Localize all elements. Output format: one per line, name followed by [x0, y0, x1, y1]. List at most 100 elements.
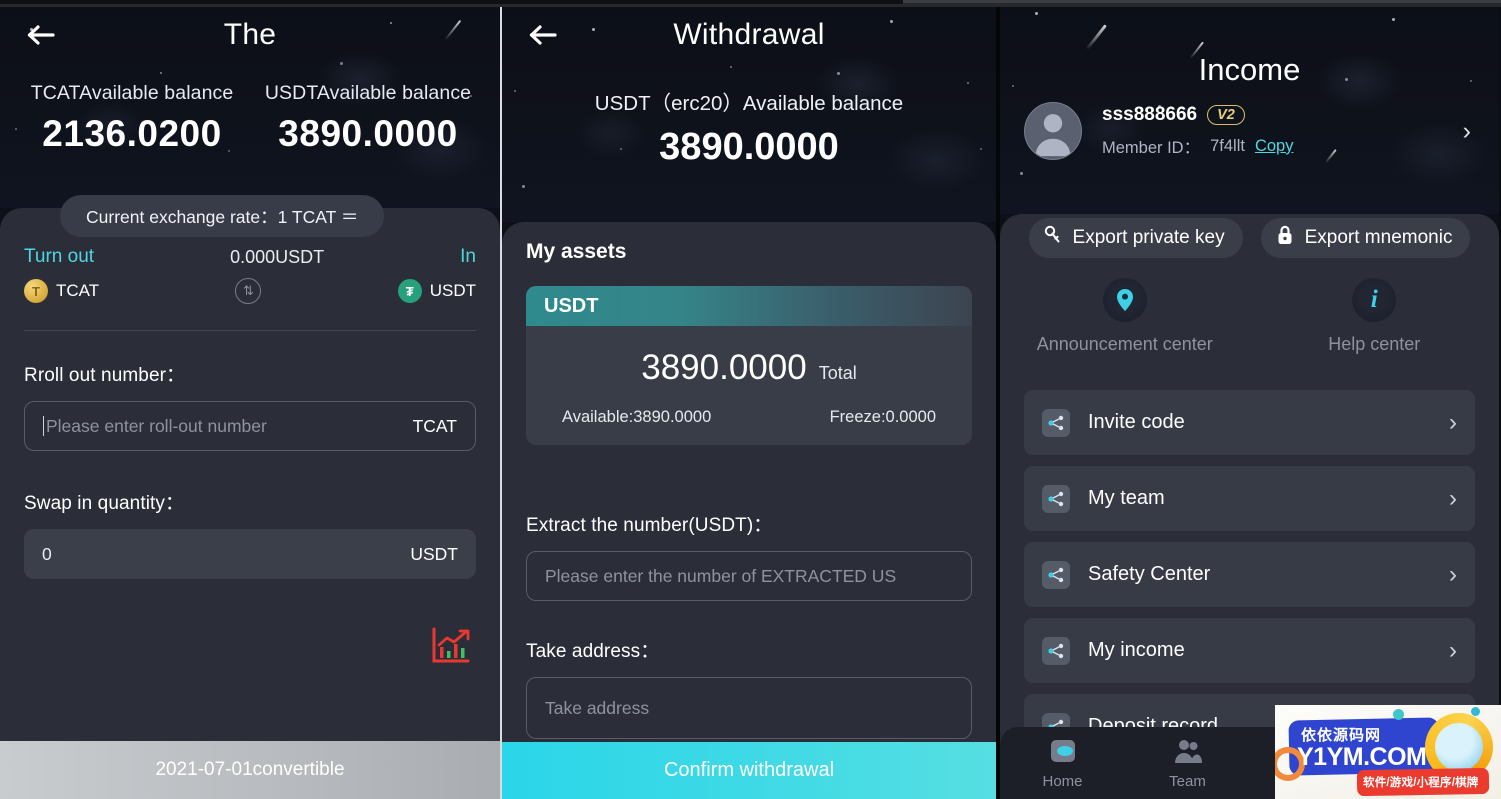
withdrawal-panel: Withdrawal USDT（erc20）Available balance … — [500, 0, 996, 799]
copy-button[interactable]: Copy — [1255, 137, 1294, 156]
back-arrow-icon[interactable] — [526, 18, 560, 52]
share-nodes-icon — [1042, 408, 1070, 437]
exchange-panel: The TCATAvailable balance 2136.0200 USDT… — [0, 0, 500, 799]
chevron-right-icon: › — [1449, 560, 1457, 588]
page-title: The — [223, 18, 277, 51]
user-avatar-icon — [1024, 102, 1082, 160]
share-nodes-icon — [1042, 484, 1070, 513]
menu-item-safety-center[interactable]: Safety Center › — [1024, 542, 1475, 607]
menu-item-my-team[interactable]: My team › — [1024, 466, 1475, 531]
watermark-dot — [1393, 709, 1404, 720]
top-edge-right — [903, 0, 1501, 3]
tcat-coin-icon: T — [24, 279, 48, 303]
top-edge-left — [0, 0, 903, 4]
profile-name-row: sss888666 V2 — [1102, 104, 1463, 126]
profile-info: sss888666 V2 Member ID： 7f4llt Copy — [1102, 104, 1463, 158]
help-center-item[interactable]: i Help center — [1250, 278, 1500, 355]
usdt-asset-card[interactable]: USDT 3890.0000 Total Available:3890.0000… — [526, 286, 972, 445]
tab-home[interactable]: Home — [1000, 736, 1125, 790]
tab-team[interactable]: Team — [1125, 736, 1250, 790]
page-title: Income — [1198, 52, 1301, 87]
turn-out-label[interactable]: Turn out — [24, 246, 94, 268]
exchange-sheet: Turn out 0.000USDT In T TCAT ⇅ ₮ USDT Rr… — [0, 208, 500, 799]
swap-circle-icon[interactable]: ⇅ — [235, 278, 262, 304]
key-icon — [1043, 225, 1063, 251]
swap-direction-row: Turn out 0.000USDT In T TCAT ⇅ ₮ USDT — [24, 246, 476, 304]
rollout-input[interactable]: Please enter roll-out number TCAT — [24, 401, 476, 451]
confirm-withdrawal-button[interactable]: Confirm withdrawal — [502, 742, 996, 799]
balance-label: USDTAvailable balance — [264, 82, 472, 104]
magnifier-lens — [1435, 723, 1483, 771]
withdrawal-subtitle: USDT（erc20）Available balance — [594, 92, 904, 115]
team-icon — [1173, 736, 1203, 766]
three-panel-app-screenshot: The TCATAvailable balance 2136.0200 USDT… — [0, 0, 1501, 799]
extract-input[interactable]: Please enter the number of EXTRACTED US — [526, 551, 972, 601]
location-pin-icon — [1102, 278, 1147, 322]
text-caret — [43, 415, 44, 436]
menu-item-label: Invite code — [1088, 411, 1185, 433]
share-nodes-icon — [1042, 636, 1070, 665]
to-coin[interactable]: ₮ USDT — [397, 279, 476, 303]
menu-item-invite-code[interactable]: Invite code › — [1024, 390, 1475, 455]
asset-card-symbol: USDT — [526, 286, 972, 326]
menu-item-label: Safety Center — [1088, 563, 1211, 585]
asset-total-value: 3890.0000 — [641, 348, 807, 387]
to-coin-symbol: USDT — [429, 281, 476, 300]
swapin-label: Swap in quantity： — [24, 493, 185, 514]
asset-freeze: Freeze:0.0000 — [829, 408, 936, 426]
export-private-key-button[interactable]: Export private key — [1028, 218, 1243, 258]
asset-total-label: Total — [818, 363, 857, 383]
menu-item-label: My income — [1088, 639, 1185, 661]
export-mnemonic-label: Export mnemonic — [1304, 227, 1453, 248]
asset-available: Available:3890.0000 — [562, 408, 712, 426]
profile-row[interactable]: sss888666 V2 Member ID： 7f4llt Copy › — [1000, 88, 1499, 160]
tab-team-label: Team — [1169, 773, 1206, 790]
menu-item-label: My team — [1088, 487, 1165, 509]
swap-bottom-row: T TCAT ⇅ ₮ USDT — [24, 278, 476, 304]
back-arrow-icon[interactable] — [24, 18, 58, 52]
balance-label: TCATAvailable balance — [30, 82, 234, 104]
page-title: Withdrawal — [673, 18, 825, 51]
extract-field-block: Extract the number(USDT)： Please enter t… — [526, 510, 972, 601]
announcement-center-item[interactable]: Announcement center — [1000, 278, 1250, 355]
vip-badge: V2 — [1207, 105, 1245, 125]
home-icon — [1048, 736, 1078, 766]
export-mnemonic-button[interactable]: Export mnemonic — [1260, 218, 1471, 258]
from-coin[interactable]: T TCAT — [24, 279, 99, 303]
balance-value: 3890.0000 — [278, 113, 458, 154]
swapin-unit: USDT — [410, 543, 458, 564]
address-input[interactable]: Take address — [526, 677, 972, 739]
address-placeholder: Take address — [545, 697, 650, 718]
rollout-field-block: Rroll out number： Please enter roll-out … — [24, 360, 476, 451]
extract-placeholder: Please enter the number of EXTRACTED US — [545, 565, 897, 586]
swap-in-label[interactable]: In — [460, 246, 476, 268]
convertible-button[interactable]: 2021-07-01convertible — [0, 741, 500, 799]
export-buttons-row: Export private key Export mnemonic — [1000, 218, 1499, 258]
menu-item-my-income[interactable]: My income › — [1024, 618, 1475, 683]
help-center-label: Help center — [1328, 334, 1421, 354]
asset-footer-row: Available:3890.0000 Freeze:0.0000 — [526, 394, 972, 445]
info-icon: i — [1352, 278, 1397, 322]
watermark-tag-text: 软件/游戏/小程序/棋牌 — [1363, 777, 1479, 789]
rollout-placeholder: Please enter roll-out number — [43, 415, 267, 437]
withdrawal-navbar: Withdrawal — [502, 0, 996, 70]
exchange-rate-pill: Current exchange rate：1 TCAT ＝ — [60, 195, 385, 237]
extract-label: Extract the number(USDT)： — [526, 515, 773, 536]
site-watermark: 依依源码网 Y1YM.COM 软件/游戏/小程序/棋牌 — [1275, 705, 1501, 799]
withdrawal-sheet: My assets USDT 3890.0000 Total Available… — [502, 222, 996, 799]
lock-icon — [1275, 224, 1295, 252]
watermark-cn-text: 依依源码网 — [1301, 727, 1382, 744]
chevron-right-icon: › — [1449, 636, 1457, 664]
share-nodes-icon — [1042, 560, 1070, 589]
income-panel: Income sss888666 V2 Member ID： 7f4llt Co… — [996, 0, 1499, 799]
watermark-en-text: Y1YM.COM — [1297, 743, 1427, 771]
my-assets-title: My assets — [526, 240, 627, 263]
chevron-right-icon[interactable]: › — [1463, 117, 1477, 146]
centers-row: Announcement center i Help center — [1000, 278, 1499, 355]
member-id-value: 7f4llt — [1210, 136, 1245, 155]
swap-amount: 0.000USDT — [230, 246, 325, 267]
swapin-input[interactable]: 0 USDT — [24, 529, 476, 579]
chart-trend-icon[interactable] — [430, 625, 472, 672]
chevron-right-icon: › — [1449, 484, 1457, 512]
swapin-field-block: Swap in quantity： 0 USDT — [24, 488, 476, 579]
